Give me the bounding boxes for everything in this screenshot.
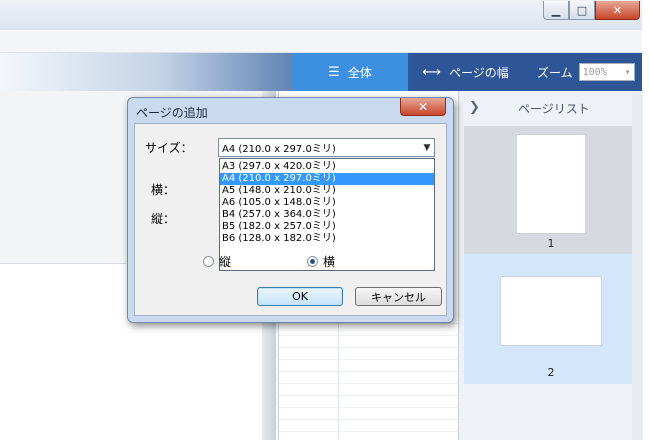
- grid-line: [279, 359, 459, 360]
- size-option[interactable]: A5 (148.0 x 210.0ミリ): [220, 185, 434, 197]
- size-option-selected[interactable]: A4 (210.0 x 297.0ミリ): [220, 173, 434, 185]
- list-icon: ☰: [328, 64, 340, 80]
- radio-circle-checked: [307, 256, 318, 267]
- page-number: 2: [547, 366, 555, 379]
- maximize-icon: □: [576, 3, 588, 17]
- grid-line: [279, 431, 459, 432]
- page-thumbnail-item[interactable]: 1: [464, 126, 638, 254]
- page-thumbnail: [516, 134, 586, 234]
- dialog-body: サイズ： A4 (210.0 x 297.0ミリ) ▼ 横： 縦： A3 (29…: [134, 123, 447, 316]
- page-width-label: ページの幅: [448, 65, 509, 80]
- page-thumbnail: [500, 276, 602, 346]
- size-option[interactable]: B6 (128.0 x 182.0ミリ): [220, 233, 434, 245]
- size-label: サイズ：: [145, 141, 193, 155]
- zoom-value: 100%: [582, 66, 607, 78]
- portrait-radio-label: 縦: [219, 255, 232, 269]
- grid-line: [279, 371, 459, 372]
- portrait-radio[interactable]: 縦: [203, 253, 231, 270]
- chevron-down-icon: ▾: [624, 66, 631, 78]
- page-number: 1: [547, 237, 555, 250]
- zoom-control: ズーム 100% ▾: [523, 53, 642, 91]
- menu-bar: [0, 30, 642, 53]
- landscape-radio[interactable]: 横: [307, 253, 335, 270]
- dialog-close-button[interactable]: ✕: [400, 98, 446, 116]
- grid-line: [279, 335, 459, 336]
- chevron-right-icon[interactable]: ❯: [469, 100, 480, 115]
- size-option[interactable]: B5 (182.0 x 257.0ミリ): [220, 221, 434, 233]
- close-icon: ✕: [417, 99, 429, 114]
- cancel-button[interactable]: キャンセル: [355, 287, 442, 306]
- close-icon: ✕: [612, 3, 623, 17]
- grid-line: [279, 395, 459, 396]
- minimize-icon: ▁: [551, 3, 561, 17]
- window-close-button[interactable]: ✕: [595, 1, 640, 20]
- fit-width-icon: ⟷: [422, 64, 441, 80]
- size-option[interactable]: A6 (105.0 x 148.0ミリ): [220, 197, 434, 209]
- minimize-button[interactable]: ▁: [543, 1, 569, 20]
- size-option[interactable]: A3 (297.0 x 420.0ミリ): [220, 161, 434, 173]
- radio-circle: [203, 256, 214, 267]
- size-select[interactable]: A4 (210.0 x 297.0ミリ) ▼: [218, 138, 435, 157]
- landscape-radio-label: 横: [323, 255, 336, 269]
- grid-line: [279, 347, 459, 348]
- chevron-down-icon: ▼: [423, 142, 431, 153]
- ok-button[interactable]: OK: [257, 287, 343, 306]
- height-label: 縦：: [151, 212, 176, 226]
- grid-line: [279, 419, 459, 420]
- grid-line: [279, 383, 459, 384]
- size-value: A4 (210.0 x 297.0ミリ): [222, 144, 336, 155]
- zoom-label: ズーム: [537, 65, 573, 80]
- width-label: 横：: [151, 183, 176, 197]
- add-page-dialog: ページの追加 ✕ サイズ： A4 (210.0 x 297.0ミリ) ▼ 横： …: [127, 97, 454, 323]
- size-option[interactable]: B4 (257.0 x 364.0ミリ): [220, 209, 434, 221]
- view-all-button[interactable]: ☰ 全体: [292, 53, 408, 91]
- page-list-title: ページリスト: [518, 102, 590, 116]
- maximize-button[interactable]: □: [569, 1, 595, 20]
- zoom-select[interactable]: 100% ▾: [578, 63, 635, 81]
- grid-line: [279, 407, 459, 408]
- page-list-header: ❯ ページリスト: [458, 91, 642, 125]
- grid-line: [279, 323, 459, 324]
- page-thumbnail-item[interactable]: 2: [464, 254, 638, 384]
- page-width-button[interactable]: ⟷ ページの幅: [408, 53, 523, 91]
- dialog-title: ページの追加: [136, 106, 208, 120]
- view-all-label: 全体: [347, 65, 372, 80]
- page-list-scrollbar[interactable]: [632, 91, 642, 440]
